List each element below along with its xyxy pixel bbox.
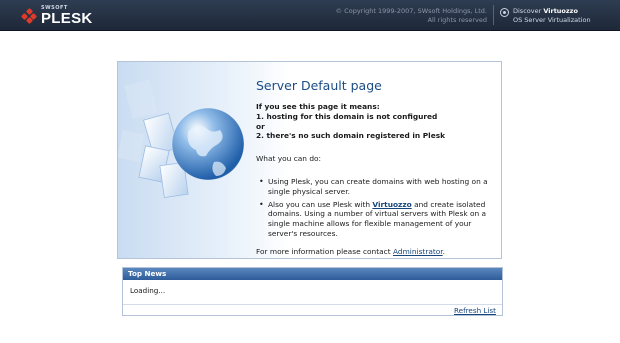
list-item: Using Plesk, you can create domains with…	[259, 177, 496, 197]
virtuozzo-link[interactable]: Virtuozzo	[372, 200, 411, 209]
top-news-panel: Top News Loading... Refresh List	[122, 267, 503, 316]
refresh-list-link[interactable]: Refresh List	[454, 306, 496, 315]
copyright-notice: © Copyright 1999-2007, SWsoft Holdings, …	[335, 7, 487, 24]
header-divider	[493, 5, 494, 25]
globe-documents-icon	[118, 79, 245, 198]
plesk-logo-icon	[20, 7, 38, 25]
intro-text: What you can do:	[256, 154, 322, 164]
administrator-link[interactable]: Administrator	[393, 247, 443, 256]
news-loading-status: Loading...	[123, 280, 502, 305]
plesk-logo[interactable]: SWSOFT PLESK	[20, 6, 93, 27]
page-title: Server Default page	[256, 78, 382, 93]
options-list: Using Plesk, you can create domains with…	[259, 177, 496, 239]
news-footer: Refresh List	[123, 305, 502, 315]
virtuozzo-icon	[500, 8, 509, 17]
top-news-title: Top News	[123, 268, 502, 280]
notice-block: If you see this page it means: 1. hostin…	[256, 102, 446, 141]
top-header: SWSOFT PLESK © Copyright 1999-2007, SWso…	[0, 0, 620, 31]
contact-text: For more information please contact Admi…	[256, 246, 446, 256]
server-default-info-box: Server Default page If you see this page…	[117, 61, 502, 259]
logo-product: PLESK	[41, 10, 93, 27]
discover-virtuozzo-link[interactable]: Discover Virtuozzo OS Server Virtualizat…	[500, 7, 591, 24]
list-item: Also you can use Plesk with Virtuozzo an…	[259, 200, 496, 239]
